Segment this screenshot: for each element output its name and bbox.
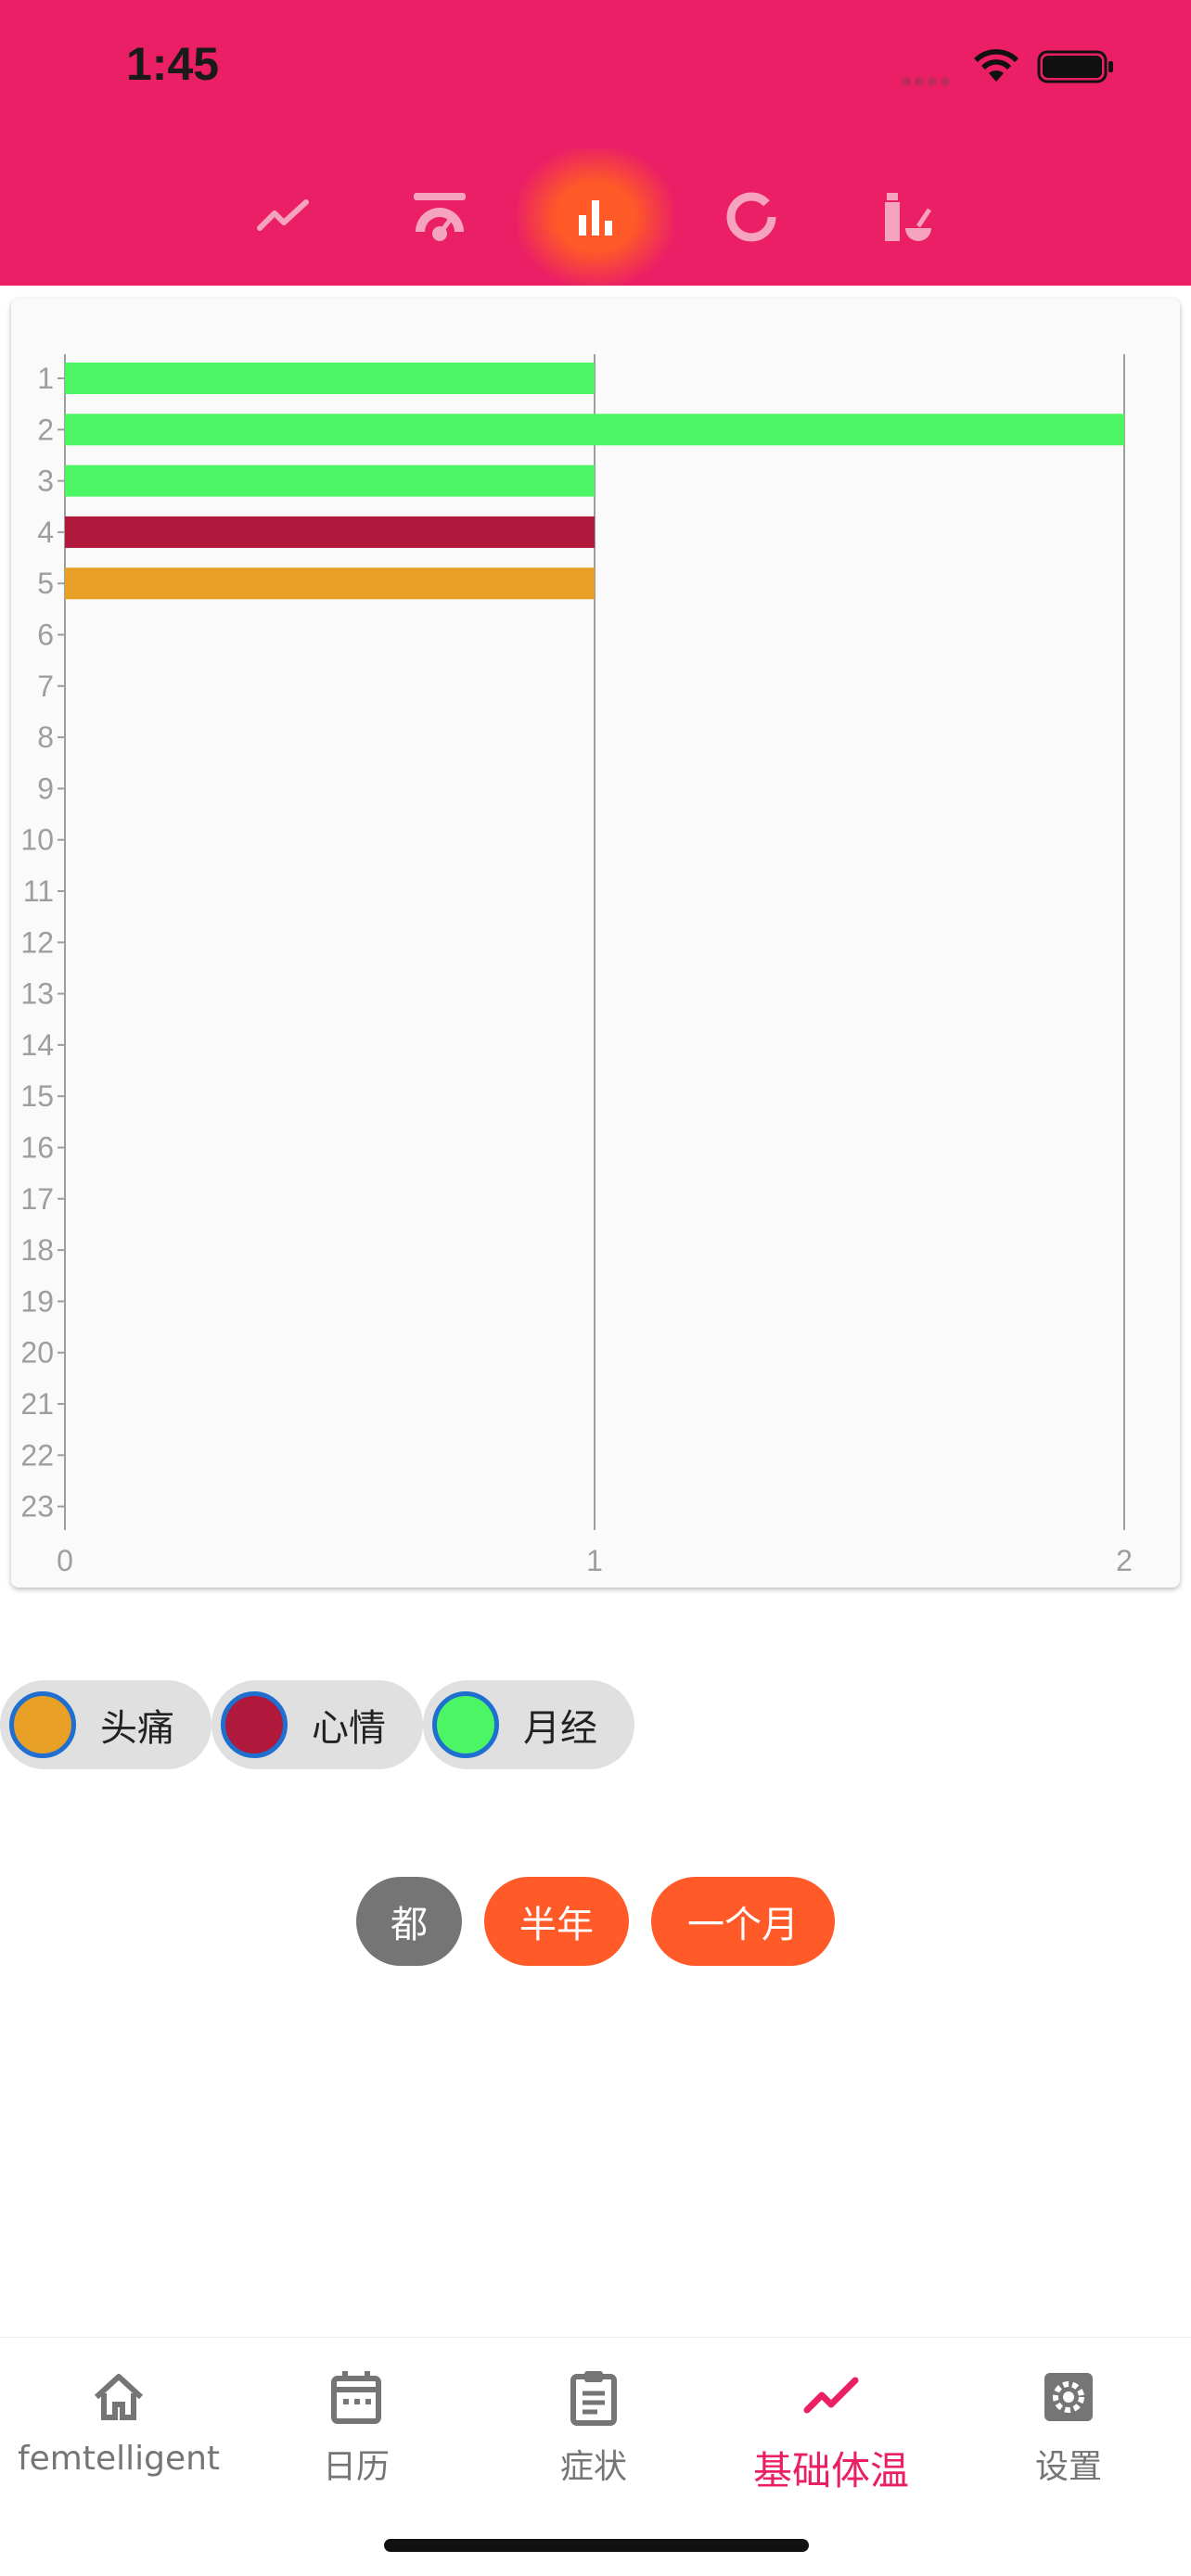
- y-tick-label: 7: [37, 670, 54, 703]
- y-tick-label: 23: [20, 1490, 54, 1524]
- legend-label-mood: 心情: [312, 1707, 386, 1750]
- trend-icon: [803, 2377, 859, 2414]
- y-tick-label: 8: [37, 721, 54, 754]
- nav-label-bbt: 基础体温: [752, 2448, 909, 2493]
- legend-dot-mood: [221, 1691, 288, 1758]
- settings-icon: [1044, 2373, 1093, 2421]
- y-tick-label: 4: [37, 516, 54, 549]
- nav-item-home[interactable]: femtelligent: [0, 2338, 237, 2505]
- y-tick-label: 2: [37, 413, 54, 446]
- y-tick-label: 3: [37, 465, 54, 498]
- y-tick-label: 16: [20, 1131, 54, 1165]
- medicine-icon: [885, 193, 932, 241]
- y-tick-label: 12: [20, 925, 54, 959]
- y-tick-label: 14: [20, 1028, 54, 1062]
- gauge-icon: [414, 193, 466, 241]
- legend-dot-period: [432, 1691, 499, 1758]
- range-one-month-button[interactable]: 一个月: [651, 1877, 835, 1966]
- nav-item-symptoms[interactable]: 症状: [475, 2338, 712, 2505]
- nav-label-calendar: 日历: [322, 2448, 390, 2486]
- y-tick-label: 13: [20, 977, 54, 1011]
- legend-label-period: 月经: [523, 1707, 597, 1750]
- x-tick-label: 2: [1116, 1544, 1133, 1577]
- x-tick-label: 0: [57, 1544, 73, 1577]
- range-half-year-button[interactable]: 半年: [484, 1877, 629, 1966]
- battery-icon: [1037, 50, 1113, 83]
- range-all-button[interactable]: 都: [356, 1877, 462, 1966]
- legend-dot-headache: [9, 1691, 76, 1758]
- tab-gauge[interactable]: [362, 148, 518, 286]
- y-tick-label: 17: [20, 1182, 54, 1216]
- y-tick-label: 1: [37, 362, 54, 395]
- chart-card: 0 1 2 1 2 3 4 5 6 7 8 9 10 11 12 13 14 15 16 17 18 19 20 21 22 23: [11, 299, 1180, 1588]
- cellular-signal-icon: [902, 72, 957, 86]
- y-tick-label: 15: [20, 1079, 54, 1113]
- y-tick-label: 19: [20, 1284, 54, 1318]
- nav-item-bbt[interactable]: 基础体温: [712, 2338, 950, 2505]
- chart-type-tabs: [0, 148, 1191, 286]
- nav-label-symptoms: 症状: [559, 2448, 627, 2486]
- clipboard-icon: [570, 2371, 617, 2426]
- legend-chip-period[interactable]: 月经: [423, 1680, 634, 1769]
- y-tick-label: 18: [20, 1233, 54, 1267]
- legend-chip-headache[interactable]: 头痛: [0, 1680, 211, 1769]
- nav-item-calendar[interactable]: 日历: [237, 2338, 475, 2505]
- tab-bar-chart[interactable]: [518, 148, 673, 286]
- tab-line-chart[interactable]: [206, 148, 362, 286]
- nav-item-settings[interactable]: 设置: [950, 2338, 1187, 2505]
- bar: [65, 363, 595, 394]
- tab-medicine[interactable]: [829, 148, 985, 286]
- line-chart-icon: [257, 199, 309, 231]
- legend-chip-mood[interactable]: 心情: [211, 1680, 423, 1769]
- home-icon: [94, 2374, 144, 2420]
- y-tick-label: 21: [20, 1387, 54, 1421]
- symptom-bar-chart: 0 1 21234567891011121314151617181920212223: [20, 354, 1133, 1577]
- y-tick-label: 22: [20, 1438, 54, 1472]
- y-tick-label: 11: [23, 874, 54, 908]
- legend-label-headache: 头痛: [100, 1707, 174, 1750]
- y-tick-label: 5: [37, 567, 54, 600]
- header: 1:45: [0, 0, 1191, 286]
- bar-chart-icon: [579, 200, 612, 236]
- home-indicator: [384, 2539, 809, 2552]
- y-tick-label: 9: [37, 772, 54, 805]
- status-time: 1:45: [126, 38, 220, 90]
- tab-donut-chart[interactable]: [673, 148, 829, 286]
- bar: [65, 516, 595, 548]
- bar: [65, 465, 595, 497]
- nav-label-home: femtelligent: [17, 2440, 221, 2478]
- calendar-icon: [331, 2371, 381, 2424]
- donut-chart-icon: [726, 192, 776, 242]
- bar: [65, 414, 1124, 446]
- nav-label-settings: 设置: [1034, 2448, 1102, 2486]
- bar: [65, 567, 595, 600]
- y-tick-label: 6: [37, 618, 54, 652]
- x-tick-label: 1: [586, 1544, 603, 1577]
- wifi-icon: [974, 49, 1018, 82]
- y-tick-label: 10: [20, 823, 54, 857]
- y-tick-label: 20: [20, 1336, 54, 1370]
